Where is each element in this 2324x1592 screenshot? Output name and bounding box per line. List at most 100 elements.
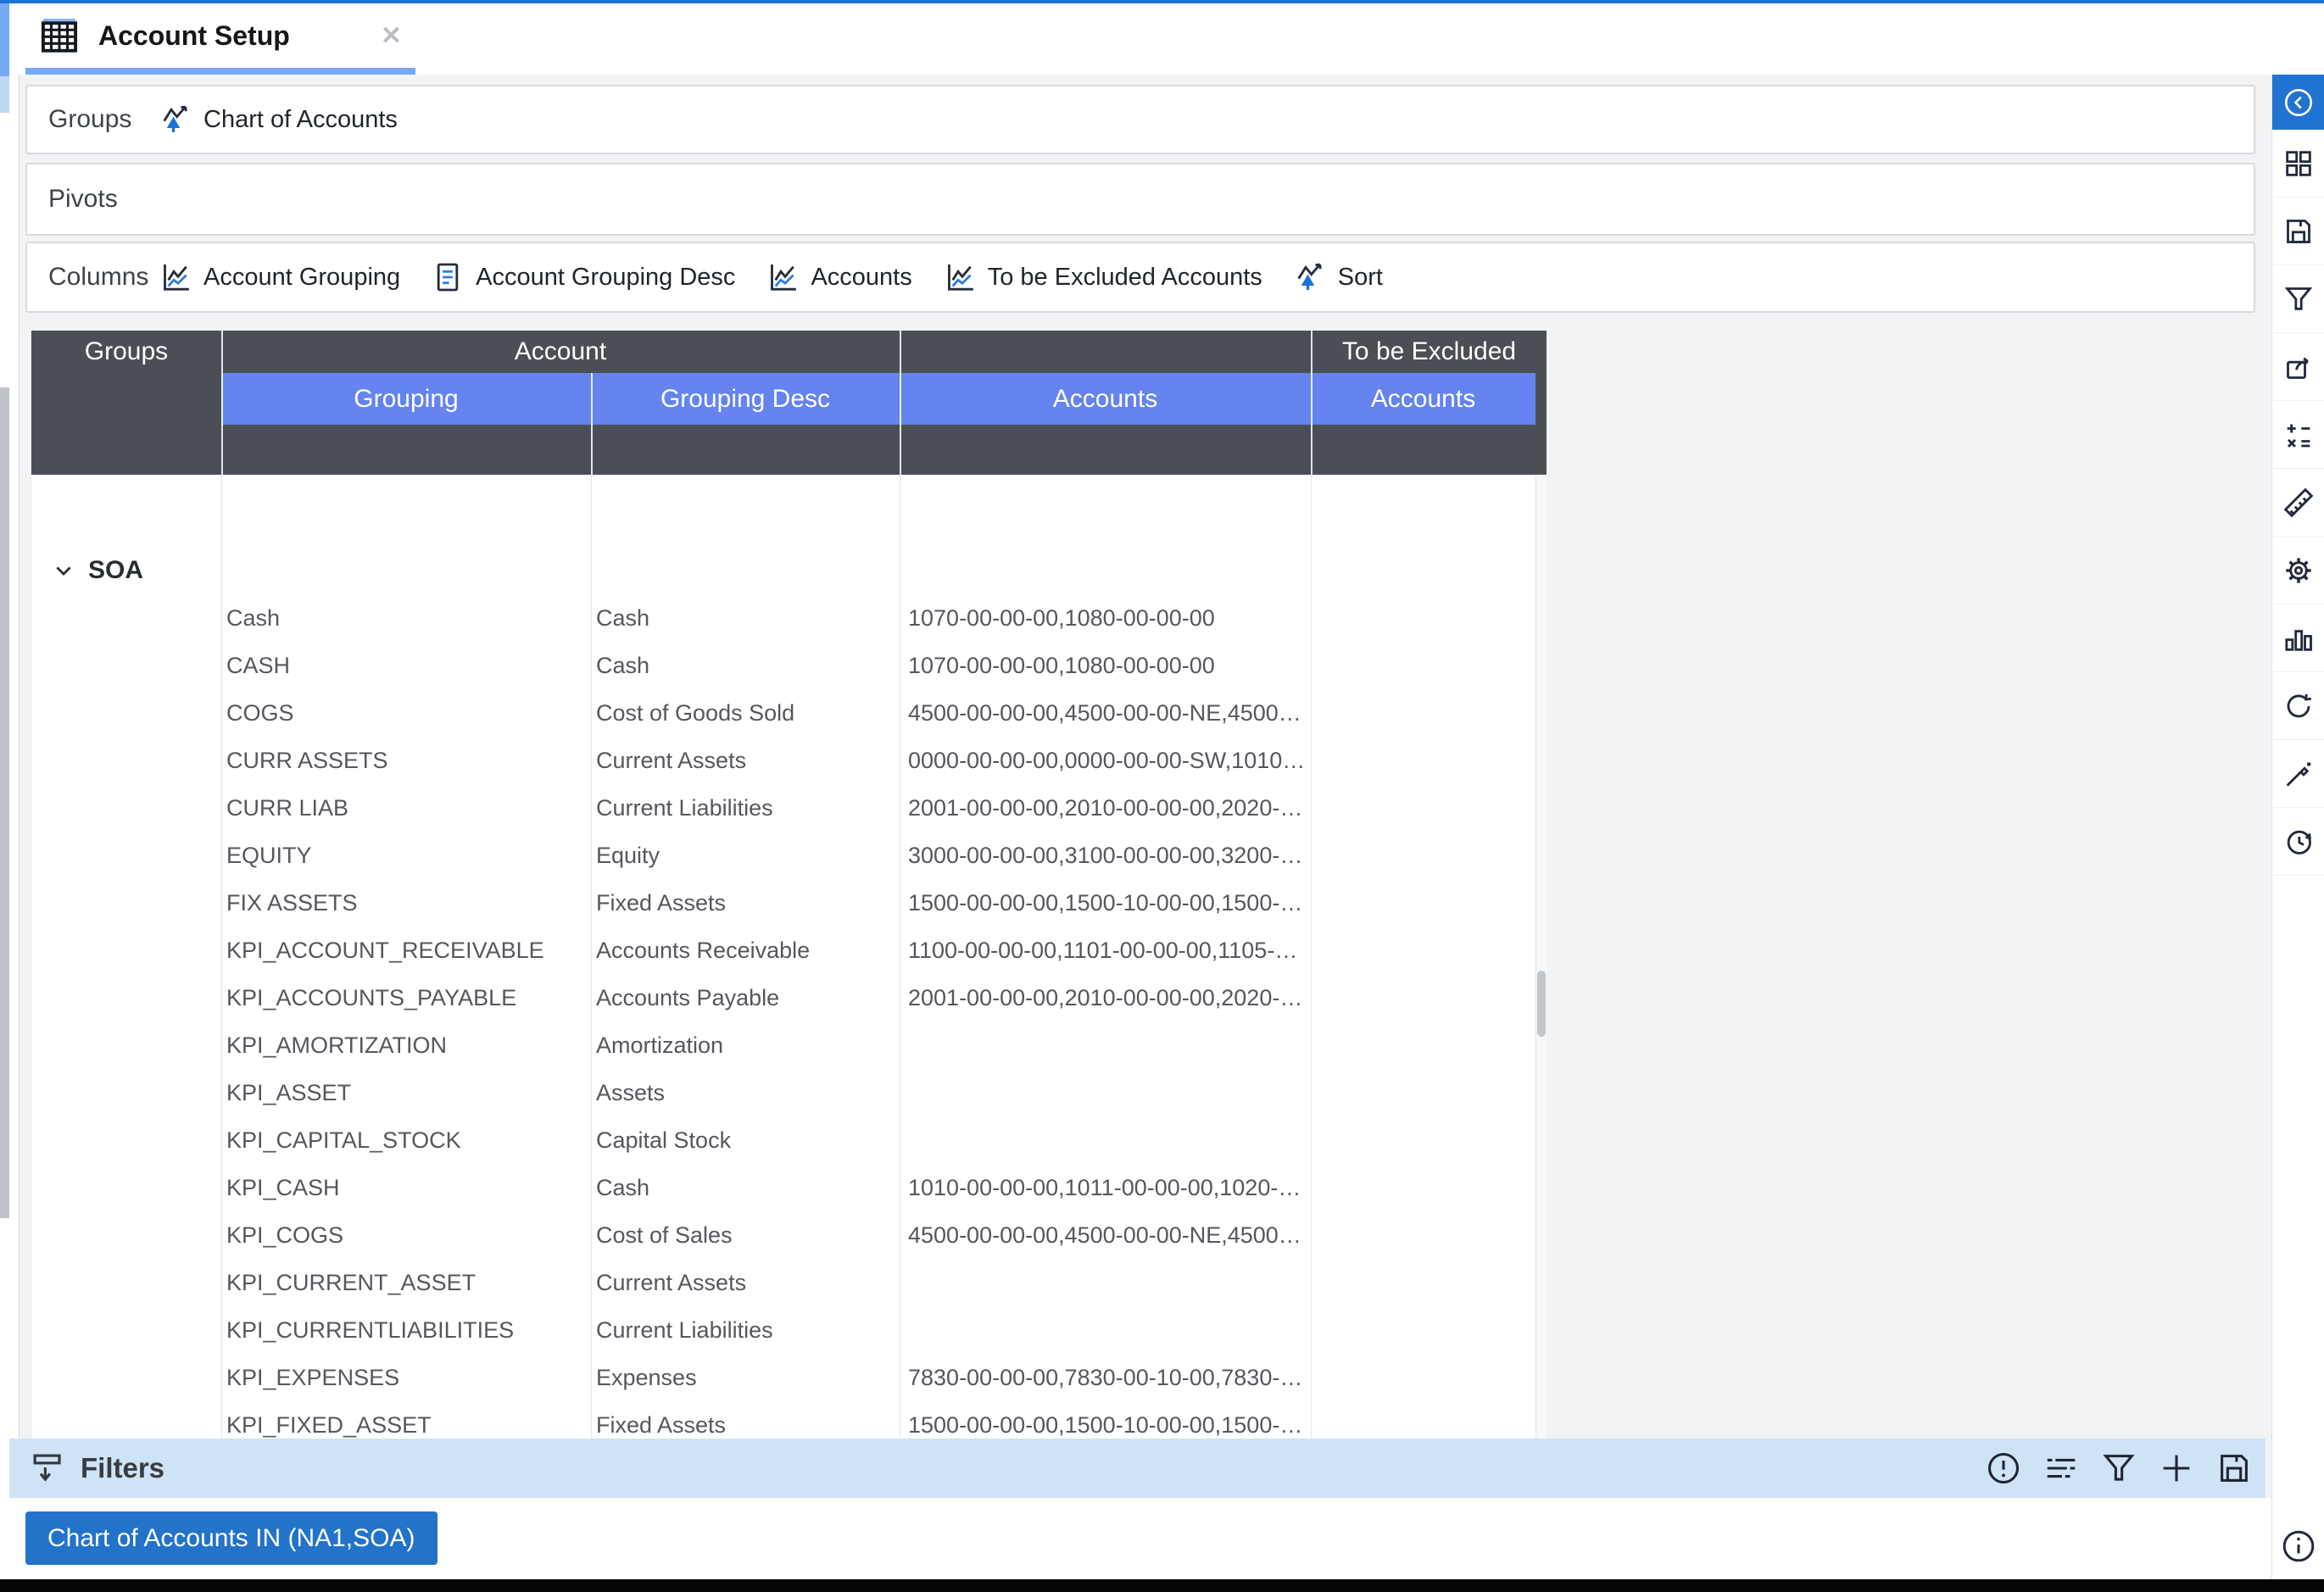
cell-grouping-desc[interactable]: Current Liabilities <box>596 795 773 821</box>
table-row[interactable]: CASHCash1070-00-00-00,1080-00-00-00 <box>31 642 1547 689</box>
cell-grouping-desc[interactable]: Fixed Assets <box>596 890 726 916</box>
cell-accounts[interactable]: 0000-00-00-00,0000-00-00-SW,1010… <box>908 748 1305 773</box>
cell-grouping-desc[interactable]: Cost of Goods Sold <box>596 700 794 726</box>
group-row-soa[interactable]: SOA <box>31 547 1547 594</box>
cell-accounts[interactable]: 1010-00-00-00,1011-00-00-00,1020-… <box>908 1175 1301 1200</box>
collapse-panel-button[interactable] <box>2272 75 2324 130</box>
cell-grouping[interactable]: CURR ASSETS <box>226 748 388 773</box>
cell-grouping[interactable]: KPI_EXPENSES <box>226 1365 399 1390</box>
format-wand-button[interactable] <box>2272 740 2324 808</box>
cell-grouping[interactable]: KPI_CURRENTLIABILITIES <box>226 1317 514 1343</box>
table-row[interactable]: CURR LIAB Current Liabilities 2001-00-00-0… <box>31 784 1547 832</box>
info-button[interactable] <box>2272 1526 2324 1567</box>
table-row[interactable]: KPI_CASHCash1010-00-00-00,1011-00-00-00,… <box>31 1164 1547 1211</box>
cell-accounts[interactable]: 1500-00-00-00,1500-10-00-00,1500-… <box>908 1412 1302 1438</box>
table-row[interactable]: CURR ASSETSCurrent Assets0000-00-00-00,0… <box>31 737 1547 784</box>
cell-accounts[interactable]: 1070-00-00-00,1080-00-00-00 <box>908 653 1215 678</box>
table-row[interactable]: COGS Cost of Goods Sold 4500-00-00-00,4500… <box>31 689 1547 737</box>
pivots-dropzone[interactable]: Pivots <box>25 163 2255 236</box>
column-group-header-to-be-excluded[interactable]: To be Excluded <box>1311 331 1547 373</box>
cell-grouping[interactable]: FIX ASSETS <box>226 890 358 916</box>
chart-button[interactable] <box>2272 604 2324 672</box>
table-row[interactable]: KPI_AMORTIZATION Amortization <box>31 1021 1547 1069</box>
cell-grouping-desc[interactable]: Expenses <box>596 1365 697 1390</box>
left-scrollbar-thumb[interactable] <box>0 387 9 1218</box>
table-row[interactable]: KPI_CURRENT_ASSETCurrent Assets <box>31 1259 1547 1306</box>
cell-grouping[interactable]: COGS <box>226 700 294 726</box>
cell-accounts[interactable]: 2001-00-00-00,2010-00-00-00,2020-… <box>908 795 1302 821</box>
layout-grid-button[interactable] <box>2272 130 2324 198</box>
table-row[interactable]: KPI_COGS Cost of Sales 4500-00-00-00,4500-… <box>31 1211 1547 1259</box>
cell-grouping-desc[interactable]: Accounts Receivable <box>596 938 810 963</box>
chip-account-grouping[interactable]: Account Grouping <box>159 260 400 294</box>
cell-grouping-desc[interactable]: Cash <box>596 1175 649 1200</box>
column-header-accounts[interactable]: Accounts <box>900 373 1311 425</box>
cell-accounts[interactable]: 7830-00-00-00,7830-00-10-00,7830-… <box>908 1365 1302 1390</box>
add-icon[interactable] <box>2157 1449 2196 1488</box>
cell-grouping[interactable]: CURR LIAB <box>226 795 348 821</box>
export-button[interactable] <box>2272 333 2324 401</box>
column-header-grouping[interactable]: Grouping <box>221 373 591 425</box>
table-row[interactable]: KPI_ASSET Assets <box>31 1069 1547 1116</box>
calculator-button[interactable] <box>2272 401 2324 469</box>
chip-accounts[interactable]: Accounts <box>766 260 911 294</box>
save-button[interactable] <box>2272 198 2324 265</box>
alert-icon[interactable] <box>1984 1449 2023 1488</box>
filter-chip-chart-of-accounts[interactable]: Chart of Accounts IN (NA1,SOA) <box>25 1511 437 1565</box>
table-row[interactable]: KPI_CURRENTLIABILITIES Current Liabilitie… <box>31 1306 1547 1354</box>
cell-grouping-desc[interactable]: Amortization <box>596 1033 723 1058</box>
column-group-header-account[interactable]: Account <box>221 331 900 373</box>
cell-grouping[interactable]: KPI_FIXED_ASSET <box>226 1412 432 1438</box>
table-row[interactable]: KPI_CAPITAL_STOCK Capital Stock <box>31 1116 1547 1164</box>
cell-grouping[interactable]: CASH <box>226 653 290 678</box>
cell-grouping-desc[interactable]: Equity <box>596 843 660 868</box>
cell-grouping-desc[interactable]: Accounts Payable <box>596 985 779 1010</box>
cell-grouping-desc[interactable]: Assets <box>596 1080 665 1105</box>
column-header-excluded-accounts[interactable]: Accounts <box>1311 373 1535 425</box>
table-row[interactable]: KPI_ACCOUNTS_PAYABLE Accounts Payable 2001… <box>31 974 1547 1021</box>
cell-grouping[interactable]: KPI_CAPITAL_STOCK <box>226 1127 461 1153</box>
refresh-button[interactable] <box>2272 672 2324 740</box>
cell-accounts[interactable]: 4500-00-00-00,4500-00-00-NE,4500… <box>908 700 1301 726</box>
column-header-groups[interactable]: Groups <box>31 331 221 373</box>
cell-accounts[interactable]: 1500-00-00-00,1500-10-00-00,1500-… <box>908 890 1302 916</box>
table-row[interactable]: EQUITY Equity 3000-00-00-00,3100-00-00-00,… <box>31 832 1547 879</box>
ruler-button[interactable] <box>2272 469 2324 537</box>
grid-scrollbar-track[interactable] <box>1535 475 1547 1439</box>
cell-grouping-desc[interactable]: Cash <box>596 605 649 631</box>
columns-dropzone[interactable]: Columns Account Grouping Account Groupin… <box>25 242 2255 313</box>
cell-grouping-desc[interactable]: Capital Stock <box>596 1127 731 1153</box>
grid-scrollbar-thumb[interactable] <box>1537 971 1546 1037</box>
table-row[interactable]: FIX ASSETS Fixed Assets 1500-00-00-00,1500… <box>31 879 1547 927</box>
table-row[interactable]: CashCash1070-00-00-00,1080-00-00-00 <box>31 594 1547 642</box>
chip-sort[interactable]: Sort <box>1293 260 1383 294</box>
cell-grouping[interactable]: KPI_ACCOUNTS_PAYABLE <box>226 985 516 1010</box>
cell-grouping[interactable]: KPI_COGS <box>226 1222 343 1248</box>
table-row[interactable]: KPI_FIXED_ASSET Fixed Assets 1500-00-00-00… <box>31 1401 1547 1439</box>
filter-icon[interactable] <box>2099 1449 2138 1488</box>
cell-grouping-desc[interactable]: Current Assets <box>596 1270 746 1295</box>
list-options-icon[interactable] <box>2042 1449 2081 1488</box>
chevron-down-icon[interactable] <box>52 559 75 582</box>
history-button[interactable] <box>2272 808 2324 876</box>
cell-grouping[interactable]: KPI_ASSET <box>226 1080 351 1105</box>
chip-chart-of-accounts[interactable]: Chart of Accounts <box>159 103 398 136</box>
cell-accounts[interactable]: 4500-00-00-00,4500-00-00-NE,4500… <box>908 1222 1301 1248</box>
tab-account-setup[interactable]: Account Setup ✕ <box>25 3 415 68</box>
save-icon[interactable] <box>2215 1449 2254 1488</box>
cell-grouping-desc[interactable]: Fixed Assets <box>596 1412 726 1438</box>
cell-grouping[interactable]: EQUITY <box>226 843 312 868</box>
chip-to-be-excluded-accounts[interactable]: To be Excluded Accounts <box>943 260 1262 294</box>
column-header-grouping-desc[interactable]: Grouping Desc <box>591 373 900 425</box>
table-row[interactable]: KPI_ACCOUNT_RECEIVABLE Accounts Receivabl… <box>31 927 1547 974</box>
close-icon[interactable]: ✕ <box>381 21 402 51</box>
settings-button[interactable] <box>2272 537 2324 604</box>
cell-accounts[interactable]: 1100-00-00-00,1101-00-00-00,1105-… <box>908 938 1297 963</box>
cell-grouping-desc[interactable]: Current Liabilities <box>596 1317 773 1343</box>
cell-grouping[interactable]: KPI_ACCOUNT_RECEIVABLE <box>226 938 544 963</box>
filter-button[interactable] <box>2272 265 2324 333</box>
cell-accounts[interactable]: 2001-00-00-00,2010-00-00-00,2020-… <box>908 985 1302 1010</box>
cell-grouping-desc[interactable]: Cost of Sales <box>596 1222 733 1248</box>
cell-grouping[interactable]: KPI_AMORTIZATION <box>226 1033 447 1058</box>
cell-accounts[interactable]: 3000-00-00-00,3100-00-00-00,3200-… <box>908 843 1302 868</box>
